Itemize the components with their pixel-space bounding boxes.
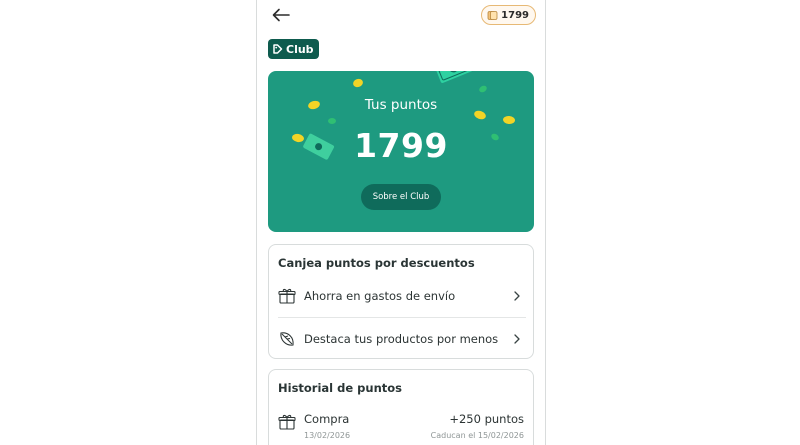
redeem-item-label: Destaca tus productos por menos <box>304 332 499 346</box>
history-item-date: 13/02/2026 <box>304 431 351 440</box>
arrow-left-icon <box>272 8 290 22</box>
coin-stack-icon <box>487 10 498 20</box>
chevron-right-icon <box>514 334 520 344</box>
leaf-tag-icon <box>280 332 294 346</box>
history-item-expiry: Caducan el 15/02/2026 <box>430 431 524 440</box>
points-badge[interactable]: 1799 <box>481 5 536 25</box>
points-hero-card: Tus puntos 1799 Sobre el Club <box>268 71 534 232</box>
club-logo-label: Club <box>286 42 314 56</box>
back-button[interactable] <box>271 5 291 25</box>
history-row: Compra 13/02/2026 +250 puntos Caducan el… <box>269 406 533 445</box>
chevron-right-icon <box>514 291 520 301</box>
redeem-card: Canjea puntos por descuentos Ahorra en g… <box>268 244 534 359</box>
points-value: 1799 <box>354 126 448 165</box>
redeem-item-shipping[interactable]: Ahorra en gastos de envío <box>269 275 533 317</box>
club-logo: Club <box>268 39 319 59</box>
phone-screen: 1799 Club Tus puntos 1799 Sobre el Club … <box>256 0 546 445</box>
club-logo-icon <box>273 43 283 54</box>
gift-box-icon <box>278 288 296 304</box>
redeem-item-highlight[interactable]: Destaca tus productos por menos <box>269 318 533 360</box>
points-badge-value: 1799 <box>501 9 529 21</box>
redeem-title: Canjea puntos por descuentos <box>278 256 475 270</box>
points-title: Tus puntos <box>364 97 438 113</box>
history-item-label: Compra <box>304 412 350 426</box>
redeem-item-label: Ahorra en gastos de envío <box>304 289 456 303</box>
about-club-button[interactable]: Sobre el Club <box>361 184 441 210</box>
gift-box-icon <box>278 414 296 430</box>
history-title: Historial de puntos <box>278 381 403 395</box>
history-item-amount: +250 puntos <box>449 412 524 426</box>
points-history-card: Historial de puntos Compra 13/02/2026 +2… <box>268 369 534 445</box>
